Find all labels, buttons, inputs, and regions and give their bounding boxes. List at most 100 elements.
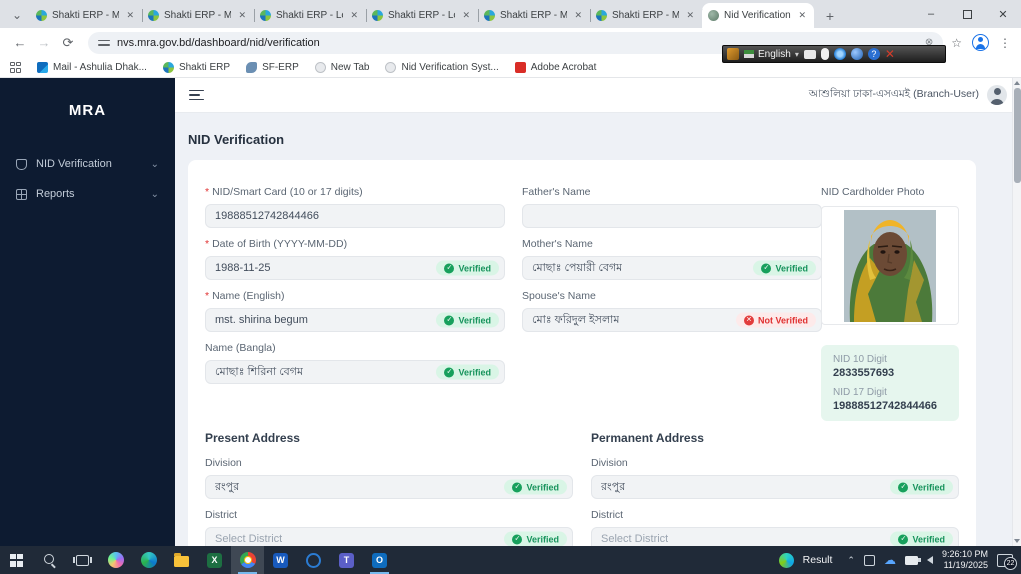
dob-input[interactable]: 1988-11-25 ✓Verified [205,256,505,280]
father-name-input[interactable] [522,204,822,228]
name-bangla-input[interactable]: মোছাঃ শিরিনা বেগম ✓Verified [205,360,505,384]
mouse-icon[interactable] [821,48,829,60]
bookmark-item[interactable]: Mail - Ashulia Dhak... [37,62,147,73]
browser-tab[interactable]: Shakti ERP - Memb... ✕ [142,3,254,28]
edge-button[interactable] [132,546,165,574]
chrome-icon [240,552,256,568]
browser-tab[interactable]: Shakti ERP - Memb... ✕ [478,3,590,28]
bookmark-label: Mail - Ashulia Dhak... [53,62,147,73]
hamburger-icon[interactable] [189,90,204,101]
teams-button[interactable]: T [330,546,363,574]
taskbar-clock[interactable]: 9:26:10 PM 11/19/2025 [942,549,988,572]
back-icon[interactable]: ← [8,31,32,55]
field-name-english: *Name (English) mst. shirina begum ✓Veri… [205,290,505,332]
field-label: NID/Smart Card (10 or 17 digits) [212,186,363,198]
sidebar-item-nid-verification[interactable]: NID Verification ⌄ [0,149,175,179]
word-button[interactable]: W [264,546,297,574]
globe-favicon [385,62,396,73]
sidebar-item-reports[interactable]: Reports ⌄ [0,179,175,209]
minimize-button[interactable]: – [913,0,949,28]
brand-logo: MRA [0,78,175,149]
required-asterisk: * [205,238,209,250]
outlook-button[interactable]: O [363,546,396,574]
tab-close-icon[interactable]: ✕ [572,10,584,21]
permanent-division-input[interactable]: রংপুর ✓Verified [591,475,959,499]
taskbar-search-button[interactable] [33,546,66,574]
chevron-down-icon: ⌄ [151,189,159,200]
input-language-icon[interactable] [905,556,918,565]
help-icon[interactable]: ? [868,48,880,60]
copilot-button[interactable] [99,546,132,574]
user-menu[interactable]: আশুলিয়া ঢাকা-এসএমই (Branch-User) [809,85,1007,105]
onedrive-icon[interactable]: ☁ [884,553,896,567]
mother-name-input[interactable]: মোছাঃ পেয়ারী বেগম ✓Verified [522,256,822,280]
excel-button[interactable]: X [198,546,231,574]
scroll-up-arrow[interactable] [1014,81,1020,85]
spouse-name-input[interactable]: মোঃ ফরিদুল ইসলাম ✕Not Verified [522,308,822,332]
name-english-input[interactable]: mst. shirina begum ✓Verified [205,308,505,332]
globe-icon[interactable] [851,48,863,60]
bookmark-item[interactable]: Nid Verification Syst... [385,62,498,73]
scroll-down-arrow[interactable] [1014,539,1020,543]
bookmark-item[interactable]: SF-ERP [246,62,299,73]
result-app-icon[interactable] [779,553,794,568]
new-tab-button[interactable]: + [818,4,842,28]
check-icon: ✓ [444,367,454,377]
browser-tab[interactable]: Shakti ERP - Memb... ✕ [590,3,702,28]
tray-chevron-up-icon[interactable]: ⌃ [847,555,855,566]
apps-grid-icon[interactable] [10,62,21,73]
start-button[interactable] [0,546,33,574]
tab-close-icon[interactable]: ✕ [684,10,696,21]
verified-badge: ✓Verified [890,480,953,495]
bookmark-item[interactable]: Shakti ERP [163,62,230,73]
field-label: District [591,509,623,521]
avatar[interactable] [987,85,1007,105]
word-icon: W [273,553,288,568]
present-division-input[interactable]: রংপুর ✓Verified [205,475,573,499]
bookmark-item[interactable]: Adobe Acrobat [515,62,597,73]
sf-erp-favicon [246,62,257,73]
photo-column: NID Cardholder Photo [821,186,959,421]
browser-tab[interactable]: Shakti ERP - Loan P... ✕ [366,3,478,28]
tab-close-icon[interactable]: ✕ [796,10,808,21]
tab-close-icon[interactable]: ✕ [460,10,472,21]
verified-badge: ✓Verified [436,313,499,328]
acrobat-favicon [515,62,526,73]
task-view-button[interactable] [66,546,99,574]
speaker-icon[interactable] [927,556,933,564]
tab-close-icon[interactable]: ✕ [236,10,248,21]
avro-logo-icon[interactable] [727,48,739,60]
scrollbar-thumb[interactable] [1014,88,1021,183]
site-info-icon[interactable] [98,38,110,48]
sync-icon[interactable] [834,48,846,60]
tray-app-icon[interactable] [864,555,875,566]
close-window-button[interactable]: ✕ [985,0,1021,28]
maximize-button[interactable] [949,0,985,28]
field-dob: *Date of Birth (YYYY-MM-DD) 1988-11-25 ✓… [205,238,505,280]
tab-close-icon[interactable]: ✕ [348,10,360,21]
notification-icon[interactable]: 22 [997,554,1013,567]
permanent-district-select[interactable]: Select District ✓Verified [591,527,959,546]
profile-icon[interactable] [972,34,989,51]
browser-tab-active[interactable]: Nid Verification Syst... ✕ [702,3,814,28]
chrome-button[interactable] [231,546,264,574]
reload-icon[interactable]: ⟳ [56,31,80,55]
shield-icon [16,159,27,170]
menu-dots-icon[interactable]: ⋮ [999,36,1011,50]
browser-tab[interactable]: Shakti ERP - Lead D... ✕ [254,3,366,28]
page-scrollbar[interactable] [1012,78,1021,546]
ring-app-button[interactable] [297,546,330,574]
present-district-select[interactable]: Select District ✓Verified [205,527,573,546]
browser-tab[interactable]: Shakti ERP - Memb... ✕ [30,3,142,28]
file-explorer-button[interactable] [165,546,198,574]
avro-language-selector[interactable]: English ▾ [744,49,799,60]
bookmark-item[interactable]: New Tab [315,62,370,73]
forward-icon[interactable]: → [32,31,56,55]
bookmark-star-icon[interactable]: ☆ [951,36,962,50]
tab-close-icon[interactable]: ✕ [124,10,136,21]
keyboard-icon[interactable] [804,50,816,59]
folder-icon [174,556,189,567]
avro-close-icon[interactable]: ✕ [885,47,895,61]
tab-search-chevron-icon[interactable]: ⌄ [4,2,30,28]
nid-input[interactable]: 19888512742844466 [205,204,505,228]
